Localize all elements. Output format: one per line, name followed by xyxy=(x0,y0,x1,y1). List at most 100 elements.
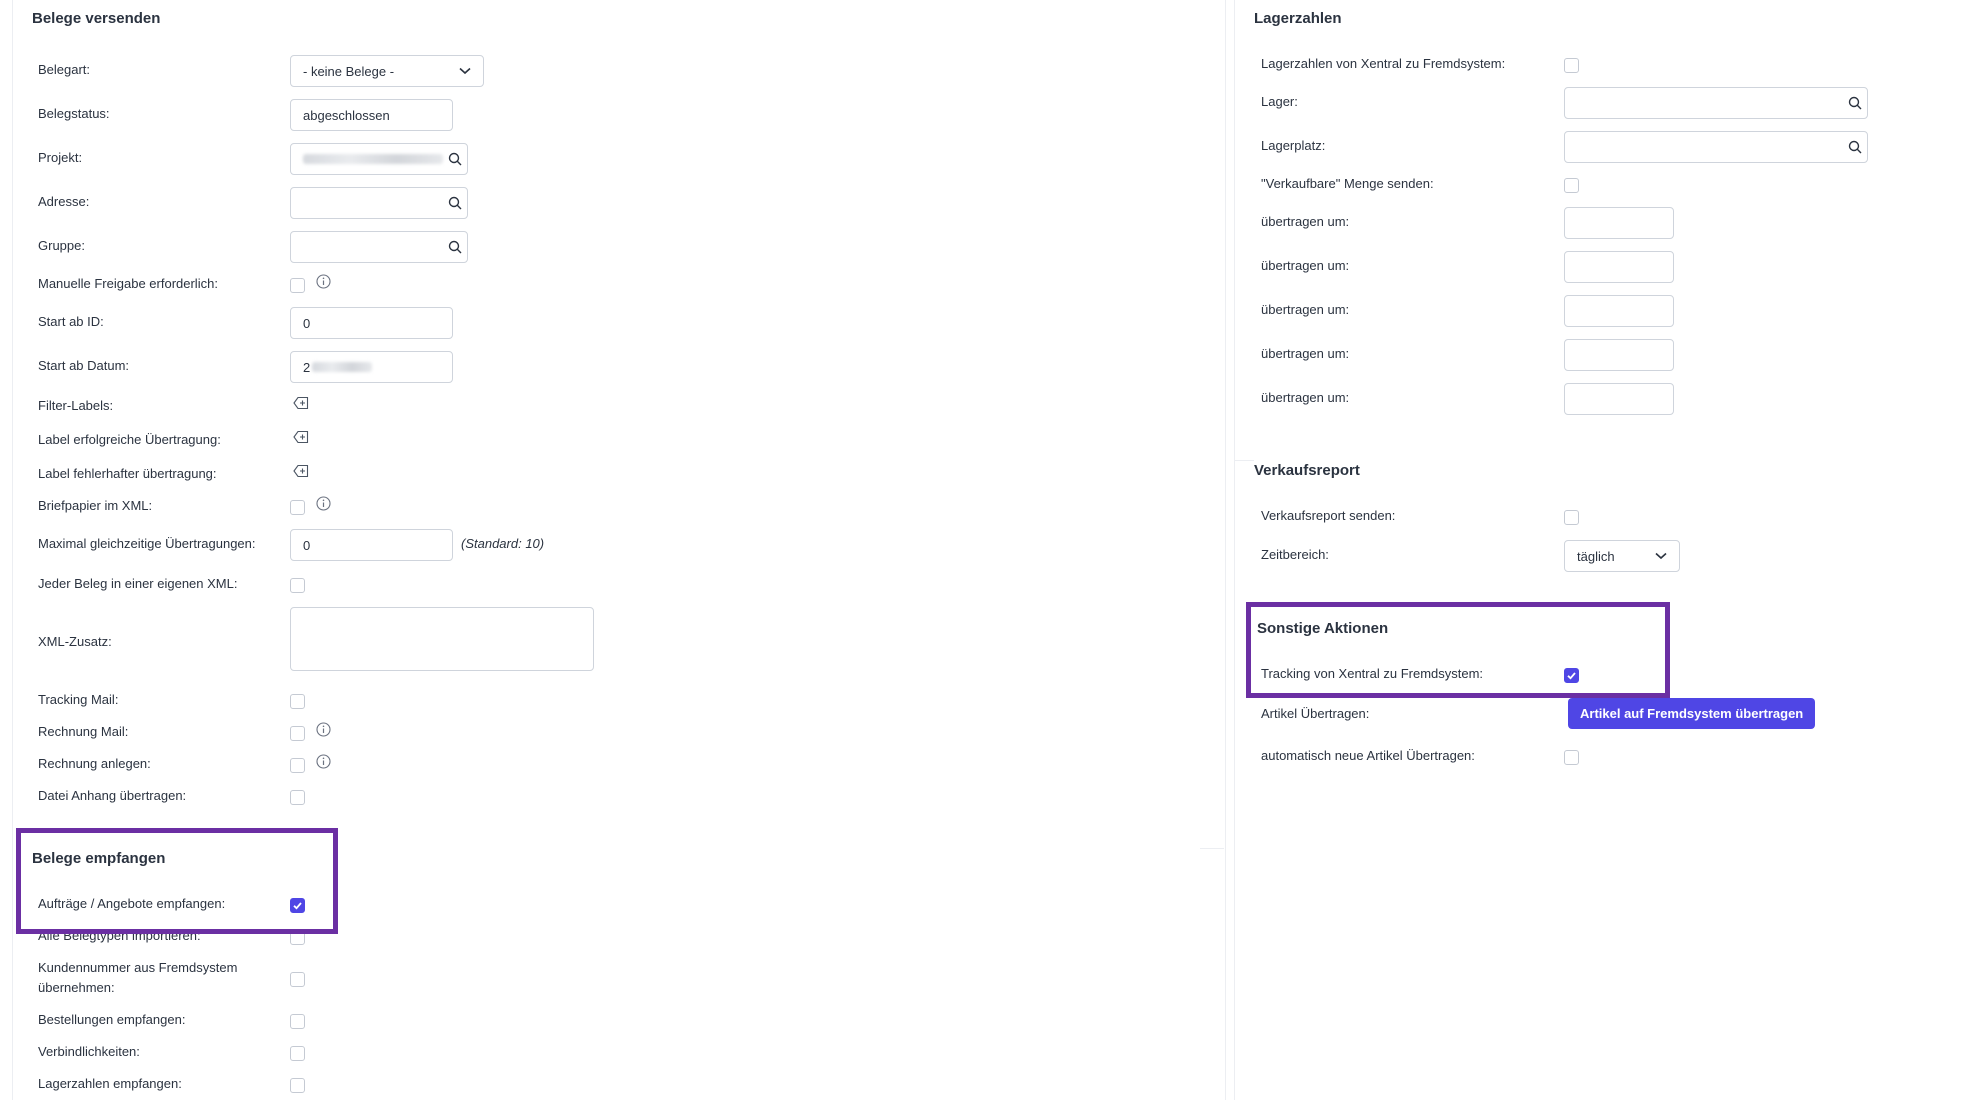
add-label-icon[interactable] xyxy=(293,396,309,410)
uebertragen-um-label: übertragen um: xyxy=(1261,390,1350,405)
bestellungen-label: Bestellungen empfangen: xyxy=(38,1012,186,1027)
tracking-xentral-checkbox[interactable] xyxy=(1564,668,1579,683)
jeder-beleg-checkbox[interactable] xyxy=(290,578,305,593)
briefpapier-checkbox[interactable] xyxy=(290,500,305,515)
divider xyxy=(1200,848,1224,849)
alle-belegtypen-label: Alle Belegtypen importieren: xyxy=(38,928,201,943)
adresse-label: Adresse: xyxy=(38,194,90,209)
max-uebertragungen-input[interactable]: 0 xyxy=(290,529,453,561)
lager-label: Lager: xyxy=(1261,94,1298,109)
section-title-sonstige-aktionen: Sonstige Aktionen xyxy=(1257,620,1389,637)
bestellungen-checkbox[interactable] xyxy=(290,1014,305,1029)
search-icon[interactable] xyxy=(448,152,462,166)
gruppe-input[interactable] xyxy=(290,231,468,263)
uebertragen-um-input-1[interactable] xyxy=(1564,207,1674,239)
lagerzahlen-xentral-label: Lagerzahlen von Xentral zu Fremdsystem: xyxy=(1261,56,1506,71)
uebertragen-um-label: übertragen um: xyxy=(1261,258,1350,273)
uebertragen-um-input-3[interactable] xyxy=(1564,295,1674,327)
alle-belegtypen-checkbox[interactable] xyxy=(290,930,305,945)
check-icon xyxy=(293,902,302,910)
verbindlichkeiten-label: Verbindlichkeiten: xyxy=(38,1044,140,1059)
label-erfolgreiche-label: Label erfolgreiche Übertragung: xyxy=(38,432,221,447)
uebertragen-um-input-4[interactable] xyxy=(1564,339,1674,371)
search-icon[interactable] xyxy=(448,240,462,254)
manuelle-freigabe-label: Manuelle Freigabe erforderlich: xyxy=(38,276,218,291)
info-icon[interactable] xyxy=(316,496,331,511)
tracking-mail-checkbox[interactable] xyxy=(290,694,305,709)
uebertragen-um-label: übertragen um: xyxy=(1261,214,1350,229)
info-icon[interactable] xyxy=(316,722,331,737)
zeitbereich-label: Zeitbereich: xyxy=(1261,547,1329,562)
gruppe-label: Gruppe: xyxy=(38,238,85,253)
kundennummer-label-line2: übernehmen: xyxy=(38,980,115,995)
verkaufbare-menge-checkbox[interactable] xyxy=(1564,178,1579,193)
verkaufbare-menge-label: "Verkaufbare" Menge senden: xyxy=(1261,176,1434,191)
start-ab-datum-label: Start ab Datum: xyxy=(38,358,130,373)
belegart-select[interactable]: - keine Belege - xyxy=(290,55,484,87)
info-icon[interactable] xyxy=(316,274,331,289)
lagerplatz-label: Lagerplatz: xyxy=(1261,138,1326,153)
jeder-beleg-label: Jeder Beleg in einer eigenen XML: xyxy=(38,576,238,591)
kundennummer-label-line1: Kundennummer aus Fremdsystem xyxy=(38,960,238,975)
rechnung-mail-checkbox[interactable] xyxy=(290,726,305,741)
filter-labels-label: Filter-Labels: xyxy=(38,398,114,413)
belegart-label: Belegart: xyxy=(38,62,91,77)
verkaufsreport-senden-checkbox[interactable] xyxy=(1564,510,1579,525)
uebertragen-um-input-5[interactable] xyxy=(1564,383,1674,415)
chevron-down-icon xyxy=(459,67,471,75)
artikel-uebertragen-button[interactable]: Artikel auf Fremdsystem übertragen xyxy=(1568,698,1816,729)
auftraege-label: Aufträge / Angebote empfangen: xyxy=(38,896,226,911)
manuelle-freigabe-checkbox[interactable] xyxy=(290,278,305,293)
tracking-xentral-label: Tracking von Xentral zu Fremdsystem: xyxy=(1261,666,1484,681)
lagerzahlen-empfangen-checkbox[interactable] xyxy=(290,1078,305,1093)
max-uebertragungen-hint: (Standard: 10) xyxy=(461,536,545,551)
projekt-input[interactable] xyxy=(290,143,468,175)
zeitbereich-value: täglich xyxy=(1577,548,1615,564)
section-title-belege-versenden: Belege versenden xyxy=(32,10,161,27)
xml-zusatz-label: XML-Zusatz: xyxy=(38,634,112,649)
kundennummer-checkbox[interactable] xyxy=(290,972,305,987)
auftraege-checkbox[interactable] xyxy=(290,898,305,913)
start-ab-datum-redacted xyxy=(312,362,373,372)
lagerplatz-input[interactable] xyxy=(1564,131,1868,163)
rechnung-anlegen-checkbox[interactable] xyxy=(290,758,305,773)
artikel-uebertragen-label: Artikel Übertragen: xyxy=(1261,706,1370,721)
lagerzahlen-empfangen-label: Lagerzahlen empfangen: xyxy=(38,1076,182,1091)
search-icon[interactable] xyxy=(448,196,462,210)
verbindlichkeiten-checkbox[interactable] xyxy=(290,1046,305,1061)
info-icon[interactable] xyxy=(316,754,331,769)
belegstatus-label: Belegstatus: xyxy=(38,106,110,121)
auto-artikel-checkbox[interactable] xyxy=(1564,750,1579,765)
rechnung-anlegen-label: Rechnung anlegen: xyxy=(38,756,151,771)
max-uebertragungen-label: Maximal gleichzeitige Übertragungen: xyxy=(38,536,256,551)
xml-zusatz-textarea[interactable] xyxy=(290,607,594,671)
chevron-down-icon xyxy=(1655,552,1667,560)
add-label-icon[interactable] xyxy=(293,430,309,444)
start-ab-datum-value: 2 xyxy=(303,359,311,375)
start-ab-datum-input[interactable]: 2 xyxy=(290,351,453,383)
section-title-verkaufsreport: Verkaufsreport xyxy=(1254,462,1360,479)
lagerzahlen-xentral-checkbox[interactable] xyxy=(1564,58,1579,73)
projekt-value-redacted xyxy=(303,154,443,164)
lager-input[interactable] xyxy=(1564,87,1868,119)
datei-anhang-checkbox[interactable] xyxy=(290,790,305,805)
section-title-belege-empfangen: Belege empfangen xyxy=(32,850,166,867)
uebertragen-um-label: übertragen um: xyxy=(1261,346,1350,361)
section-title-lagerzahlen: Lagerzahlen xyxy=(1254,10,1342,27)
verkaufsreport-senden-label: Verkaufsreport senden: xyxy=(1261,508,1396,523)
zeitbereich-select[interactable]: täglich xyxy=(1564,540,1680,572)
adresse-input[interactable] xyxy=(290,187,468,219)
search-icon[interactable] xyxy=(1848,140,1862,154)
belegart-value: - keine Belege - xyxy=(303,63,395,79)
search-icon[interactable] xyxy=(1848,96,1862,110)
tracking-mail-label: Tracking Mail: xyxy=(38,692,119,707)
belegstatus-input[interactable]: abgeschlossen xyxy=(290,99,453,131)
uebertragen-um-label: übertragen um: xyxy=(1261,302,1350,317)
start-ab-id-input[interactable]: 0 xyxy=(290,307,453,339)
divider xyxy=(1234,460,1254,461)
auto-artikel-label: automatisch neue Artikel Übertragen: xyxy=(1261,748,1475,763)
briefpapier-label: Briefpapier im XML: xyxy=(38,498,153,513)
start-ab-id-label: Start ab ID: xyxy=(38,314,104,329)
add-label-icon[interactable] xyxy=(293,464,309,478)
uebertragen-um-input-2[interactable] xyxy=(1564,251,1674,283)
